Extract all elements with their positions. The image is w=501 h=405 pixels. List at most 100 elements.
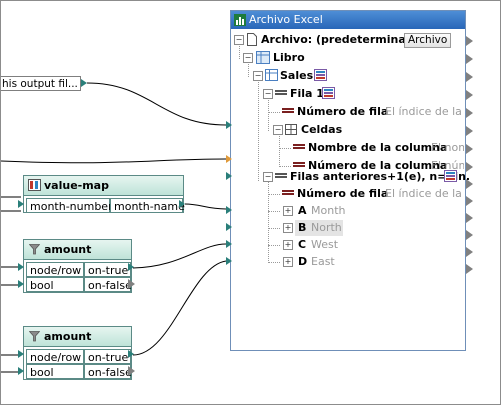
value-map-out-connector[interactable] [179, 200, 185, 208]
file-icon [247, 33, 257, 46]
amount-filter-1-header[interactable]: amount [24, 240, 131, 260]
amount-2-on-false[interactable]: on-false [84, 364, 132, 379]
excel-title: Archivo Excel [249, 13, 323, 26]
amount-2-true-connector[interactable] [128, 350, 134, 358]
numero-fila-1-label: Número de fila [297, 105, 389, 118]
tree-line [268, 95, 269, 131]
col-c-in-connector[interactable] [226, 240, 232, 248]
column-toggle[interactable]: + [283, 223, 293, 233]
filas-list-button[interactable] [444, 170, 457, 182]
column-a-name: Month [311, 204, 346, 217]
column-toggle[interactable]: + [283, 240, 293, 250]
expand-toggle[interactable]: − [234, 35, 244, 45]
value-map-header[interactable]: value-map [24, 176, 183, 196]
value-map-component[interactable]: value-map month-number month-name [23, 175, 185, 213]
workbook-icon [256, 51, 270, 64]
cells-icon [285, 124, 297, 135]
amount-1-node-connector[interactable] [18, 263, 24, 271]
output-connector[interactable] [81, 79, 87, 87]
value-map-output[interactable]: month-name [110, 198, 185, 213]
out-connector[interactable] [466, 264, 473, 274]
tree-line [268, 228, 280, 229]
mapping-canvas[interactable]: his output fil... value-map month-number… [0, 0, 501, 405]
amount-2-false-connector[interactable] [128, 366, 135, 376]
amount-filter-2-title: amount [44, 330, 92, 343]
out-connector[interactable] [466, 247, 473, 257]
out-connector[interactable] [466, 179, 473, 189]
column-toggle[interactable]: + [283, 206, 293, 216]
column-d-name: East [311, 255, 335, 268]
out-connector[interactable] [466, 126, 473, 136]
tree-line [268, 262, 280, 263]
row-icon [275, 173, 287, 181]
filter-icon [29, 331, 40, 342]
amount-filter-2[interactable]: amount node/row on-true bool on-false [23, 326, 132, 380]
tree-line [258, 77, 259, 181]
col-b-in-connector[interactable] [226, 223, 232, 231]
amount-1-node-row[interactable]: node/row [26, 262, 84, 277]
archivo-button[interactable]: Archivo [404, 33, 452, 48]
column-b-letter: B [298, 221, 307, 234]
tree-line [268, 245, 280, 246]
out-connector[interactable] [466, 108, 473, 118]
expand-toggle[interactable]: − [273, 125, 283, 135]
value-map-in-connector[interactable] [18, 200, 24, 208]
tree-line [279, 166, 291, 167]
amount-2-node-connector[interactable] [18, 350, 24, 358]
expand-toggle[interactable]: − [243, 53, 253, 63]
excel-icon [234, 14, 246, 26]
tree-line [268, 112, 280, 113]
column-toggle[interactable]: + [283, 257, 293, 267]
column-c-name: West [311, 238, 339, 251]
celdas-label: Celdas [301, 123, 343, 136]
numero-fila-1-desc: El índice de la fil [385, 105, 464, 118]
column-c-letter: C [298, 238, 307, 251]
column-b-name: North [311, 221, 342, 234]
fila-in-connector[interactable] [226, 155, 232, 163]
out-connector[interactable] [466, 36, 473, 46]
out-connector[interactable] [466, 144, 473, 154]
out-connector[interactable] [466, 213, 473, 223]
amount-1-bool-connector[interactable] [18, 280, 24, 288]
fila1-list-button[interactable] [322, 87, 335, 99]
out-connector[interactable] [466, 54, 473, 64]
output-file-label: his output fil... [2, 78, 78, 90]
value-map-input[interactable]: month-number [26, 198, 113, 213]
out-connector[interactable] [466, 230, 473, 240]
amount-1-bool[interactable]: bool [26, 277, 84, 292]
col-a-in-connector[interactable] [226, 206, 232, 214]
amount-2-bool[interactable]: bool [26, 364, 84, 379]
sales-in-connector[interactable] [226, 121, 232, 129]
amount-filter-1[interactable]: amount node/row on-true bool on-false [23, 239, 132, 293]
tree-line [268, 211, 280, 212]
filas-in-connector[interactable] [226, 172, 232, 180]
expand-toggle[interactable]: − [263, 172, 273, 182]
amount-1-true-connector[interactable] [128, 263, 134, 271]
amount-1-on-false[interactable]: on-false [84, 277, 132, 292]
excel-title-bar[interactable]: Archivo Excel [231, 11, 465, 29]
output-file-box[interactable]: his output fil... [1, 76, 81, 91]
nombre-columna-desc: El nom [431, 141, 464, 154]
sales-list-button[interactable] [314, 69, 327, 81]
out-connector[interactable] [466, 90, 473, 100]
out-connector[interactable] [466, 196, 473, 206]
fila1-label: Fila 1 [290, 87, 324, 100]
amount-1-false-connector[interactable] [128, 279, 135, 289]
out-connector[interactable] [466, 72, 473, 82]
attribute-icon [282, 190, 294, 198]
tree-line [279, 131, 280, 167]
amount-2-node-row[interactable]: node/row [26, 349, 84, 364]
libro-label: Libro [273, 51, 305, 64]
expand-toggle[interactable]: − [253, 71, 263, 81]
worksheet-icon [265, 69, 278, 81]
col-d-in-connector[interactable] [226, 257, 232, 265]
amount-2-on-true[interactable]: on-true [84, 349, 131, 364]
amount-filter-2-header[interactable]: amount [24, 327, 131, 347]
expand-toggle[interactable]: − [263, 89, 273, 99]
row-icon [275, 90, 287, 98]
amount-2-bool-connector[interactable] [18, 367, 24, 375]
amount-1-on-true[interactable]: on-true [84, 262, 131, 277]
out-connector[interactable] [466, 162, 473, 172]
value-map-title: value-map [44, 179, 109, 192]
excel-component[interactable]: Archivo Excel − Archivo: (predeterminado… [230, 10, 470, 351]
